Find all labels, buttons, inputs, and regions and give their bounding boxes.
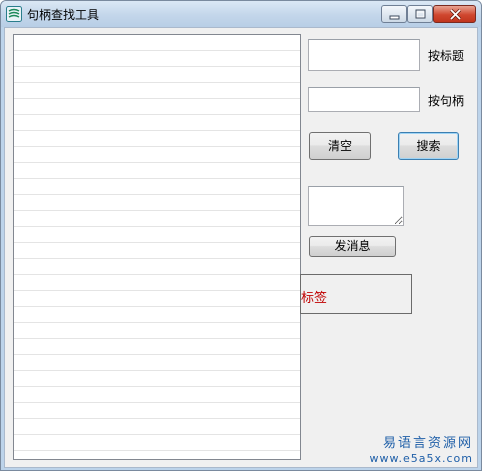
list-item[interactable]: [14, 179, 300, 195]
list-item[interactable]: [14, 163, 300, 179]
clear-button[interactable]: 清空: [309, 132, 371, 160]
window-title: 句柄查找工具: [27, 8, 100, 22]
client-area: 按标题 按句柄 清空 搜索 发消息 标签: [4, 27, 478, 468]
maximize-icon: [415, 9, 426, 19]
handle-list[interactable]: [13, 34, 301, 460]
tag-label-box: 标签: [300, 274, 412, 314]
title-bar[interactable]: 句柄查找工具: [1, 1, 481, 27]
app-window: 句柄查找工具 按标题 按句柄 清空 搜索 发消息 标签 易语言资源网 www.e…: [0, 0, 482, 471]
list-item[interactable]: [14, 115, 300, 131]
send-message-button[interactable]: 发消息: [309, 236, 396, 257]
maximize-button[interactable]: [407, 5, 433, 23]
list-item[interactable]: [14, 51, 300, 67]
list-item[interactable]: [14, 323, 300, 339]
list-item[interactable]: [14, 147, 300, 163]
title-search-label: 按标题: [428, 49, 465, 63]
list-item[interactable]: [14, 99, 300, 115]
list-item[interactable]: [14, 291, 300, 307]
list-item[interactable]: [14, 227, 300, 243]
list-item[interactable]: [14, 419, 300, 435]
list-item[interactable]: [14, 211, 300, 227]
title-search-input[interactable]: [308, 39, 420, 71]
message-input[interactable]: [308, 186, 404, 226]
close-icon: [449, 8, 462, 21]
list-item[interactable]: [14, 275, 300, 291]
list-item[interactable]: [14, 387, 300, 403]
list-item[interactable]: [14, 131, 300, 147]
list-item[interactable]: [14, 35, 300, 51]
list-item[interactable]: [14, 403, 300, 419]
list-item[interactable]: [14, 435, 300, 451]
list-item[interactable]: [14, 307, 300, 323]
handle-search-input[interactable]: [308, 87, 420, 112]
handle-search-label: 按句柄: [428, 94, 465, 108]
app-icon: [6, 6, 22, 22]
tag-label: 标签: [301, 291, 328, 306]
list-item[interactable]: [14, 195, 300, 211]
watermark-title: 易语言资源网: [382, 436, 473, 451]
list-item[interactable]: [14, 355, 300, 371]
list-item[interactable]: [14, 371, 300, 387]
list-item[interactable]: [14, 83, 300, 99]
watermark-url: www.e5a5x.com: [369, 452, 473, 465]
search-button[interactable]: 搜索: [398, 132, 459, 160]
close-button[interactable]: [433, 5, 476, 23]
minimize-icon: [389, 15, 400, 20]
list-item[interactable]: [14, 67, 300, 83]
list-item[interactable]: [14, 259, 300, 275]
watermark: 易语言资源网 www.e5a5x.com: [370, 436, 473, 466]
list-item[interactable]: [14, 339, 300, 355]
minimize-button[interactable]: [381, 5, 407, 23]
list-item[interactable]: [14, 243, 300, 259]
